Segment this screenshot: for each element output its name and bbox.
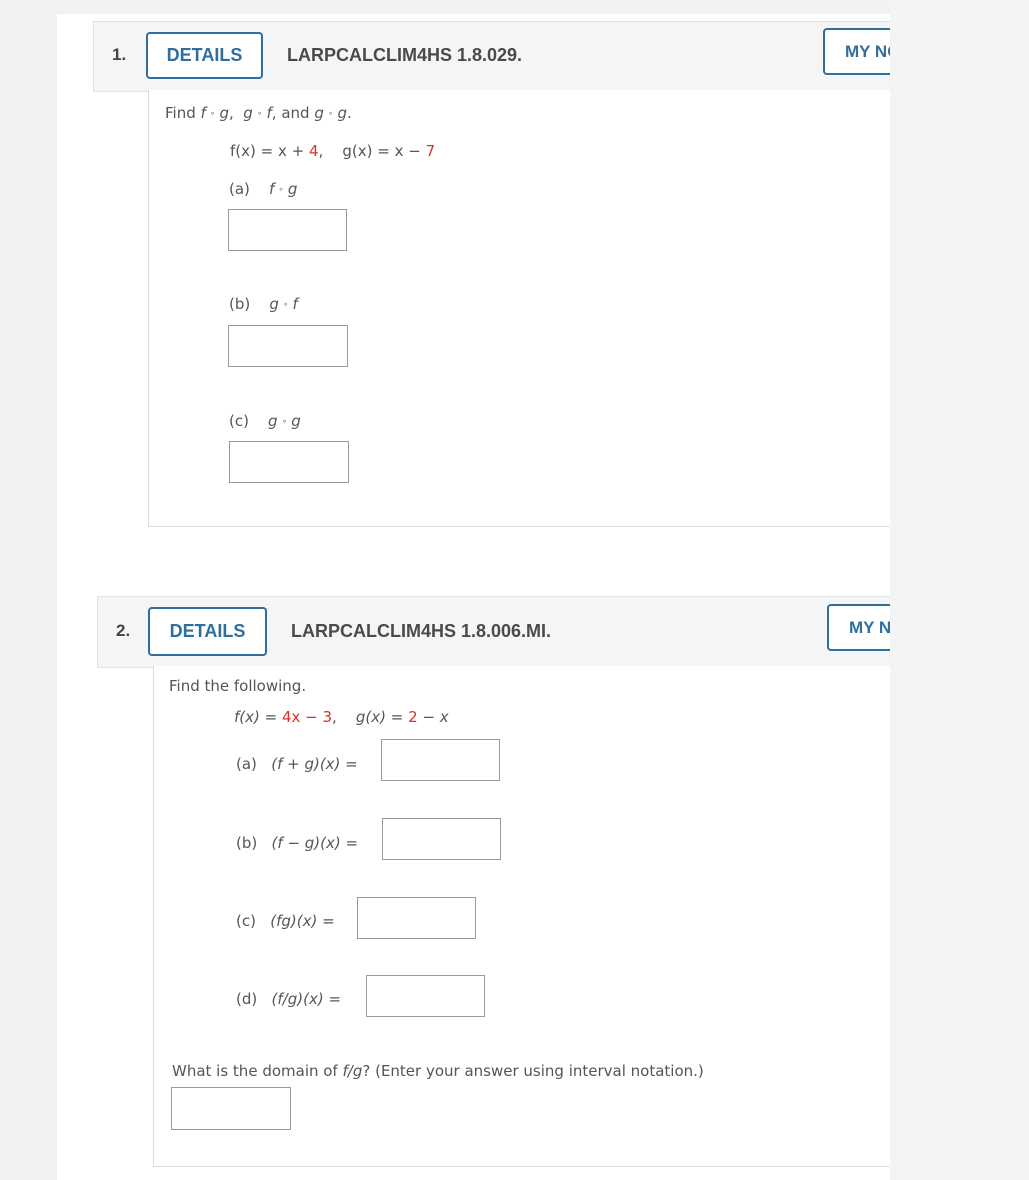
question-code: LARPCALCLIM4HS 1.8.029. xyxy=(287,45,523,65)
composition-icon: ∘ xyxy=(282,299,289,310)
question-number: 1. xyxy=(112,45,127,64)
part-a-label: (a) (f + g)(x) = xyxy=(236,755,358,773)
function-definitions: f(x) = x + 4, g(x) = x − 7 xyxy=(230,142,436,160)
part-c-label: (c) (fg)(x) = xyxy=(236,912,335,930)
part-b-label: (b) (f − g)(x) = xyxy=(236,834,359,852)
composition-icon: ∘ xyxy=(256,108,263,119)
answer-input-part-b[interactable] xyxy=(228,325,348,367)
answer-input-part-a[interactable] xyxy=(381,739,500,781)
domain-answer-input[interactable] xyxy=(171,1087,291,1130)
viewport-clip-area xyxy=(890,0,1029,1180)
part-d-label: (d) (f/g)(x) = xyxy=(236,990,342,1008)
answer-input-part-b[interactable] xyxy=(382,818,501,860)
composition-icon: ∘ xyxy=(278,184,284,195)
answer-input-part-d[interactable] xyxy=(366,975,485,1017)
composition-icon: ∘ xyxy=(281,416,288,427)
domain-question: What is the domain of f/g? (Enter your a… xyxy=(172,1062,704,1080)
part-a-label: (a) f ∘ g xyxy=(229,180,298,198)
question-number: 2. xyxy=(116,621,131,640)
details-button[interactable]: DETAILS xyxy=(146,32,263,79)
question-code: LARPCALCLIM4HS 1.8.006.MI. xyxy=(291,621,552,641)
question-prompt: Find f ∘ g, g ∘ f, and g ∘ g. xyxy=(165,104,352,122)
answer-input-part-a[interactable] xyxy=(228,209,347,251)
composition-icon: ∘ xyxy=(327,108,334,119)
details-button[interactable]: DETAILS xyxy=(148,607,267,656)
part-b-label: (b) g ∘ f xyxy=(229,295,298,313)
composition-icon: ∘ xyxy=(209,108,216,119)
answer-input-part-c[interactable] xyxy=(229,441,349,483)
question-prompt: Find the following. xyxy=(169,677,307,695)
function-definitions: f(x) = 4x − 3, g(x) = 2 − x xyxy=(234,708,449,726)
answer-input-part-c[interactable] xyxy=(357,897,476,939)
part-c-label: (c) g ∘ g xyxy=(229,412,301,430)
